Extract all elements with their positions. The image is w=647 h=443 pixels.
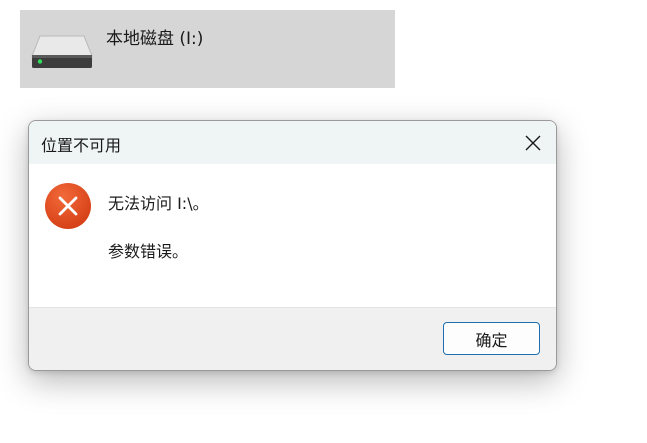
error-icon [45,183,91,229]
dialog-content: 无法访问 I:\。 参数错误。 [29,164,556,307]
error-dialog: 位置不可用 无法访问 I:\。 参数错误。 确定 [28,120,557,371]
close-icon [525,135,541,150]
drive-label: 本地磁盘 (I:) [106,29,204,49]
error-message: 无法访问 I:\。 [108,194,209,213]
error-detail: 参数错误。 [108,242,189,261]
ok-button[interactable]: 确定 [443,322,540,355]
dialog-title: 位置不可用 [41,136,122,155]
dialog-titlebar[interactable]: 位置不可用 [29,121,556,164]
dialog-footer: 确定 [29,307,556,370]
drive-item-i[interactable]: 本地磁盘 (I:) [20,10,395,88]
hard-drive-icon [31,35,93,68]
close-button[interactable] [510,121,556,164]
screen: 本地磁盘 (I:) 位置不可用 无法访问 I:\。 参数错误。 确定 [0,0,647,443]
